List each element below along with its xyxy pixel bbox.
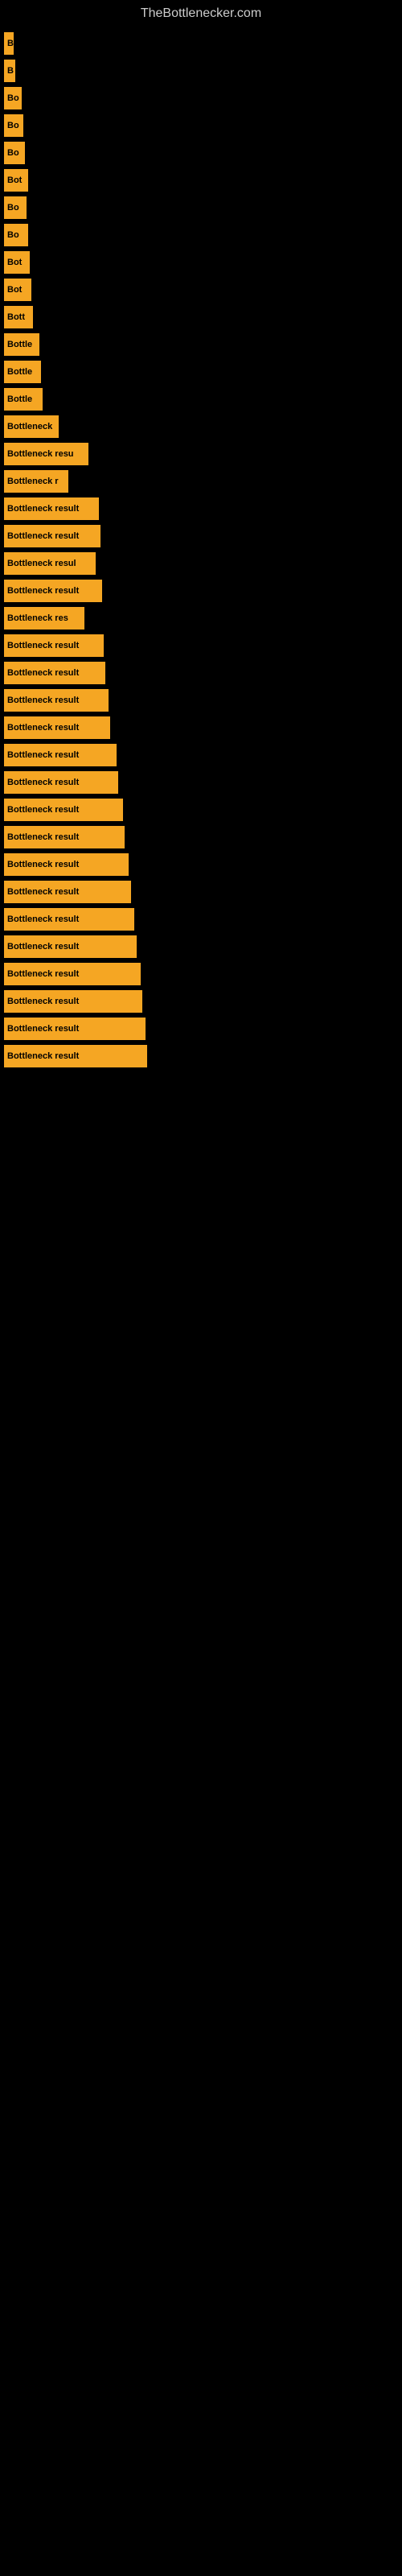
bottleneck-bar: B [4, 60, 15, 82]
bar-row: Bottleneck result [4, 990, 398, 1013]
bar-row: Bo [4, 142, 398, 164]
bottleneck-bar: Bottleneck result [4, 853, 129, 876]
bar-row: Bo [4, 114, 398, 137]
bar-row: Bottleneck result [4, 716, 398, 739]
bottleneck-bar: Bottleneck result [4, 716, 110, 739]
bar-row: Bottleneck result [4, 525, 398, 547]
bottleneck-bar: Bottleneck result [4, 689, 109, 712]
bottleneck-bar: Bottleneck result [4, 634, 104, 657]
bottleneck-bar: Bottleneck result [4, 935, 137, 958]
bar-row: Bottleneck result [4, 1045, 398, 1067]
bottleneck-bar: Bottleneck res [4, 607, 84, 630]
bottleneck-bar: B [4, 32, 14, 55]
bottleneck-bar: Bot [4, 251, 30, 274]
bar-row: Bottleneck result [4, 634, 398, 657]
bar-row: Bottleneck resu [4, 443, 398, 465]
bar-row: Bottleneck result [4, 662, 398, 684]
site-title: TheBottlenecker.com [0, 0, 402, 27]
bar-row: Bo [4, 196, 398, 219]
bar-row: Bot [4, 169, 398, 192]
bar-row: Bot [4, 251, 398, 274]
bar-row: Bottleneck result [4, 1018, 398, 1040]
bar-row: Bottleneck result [4, 689, 398, 712]
bar-row: Bo [4, 87, 398, 109]
bottleneck-bar: Bottle [4, 388, 43, 411]
bar-row: Bottleneck result [4, 963, 398, 985]
bottleneck-bar: Bott [4, 306, 33, 328]
bottleneck-bar: Bo [4, 87, 22, 109]
bottleneck-bar: Bottleneck result [4, 662, 105, 684]
bottleneck-bar: Bottleneck result [4, 826, 125, 848]
bar-row: Bottle [4, 361, 398, 383]
bottleneck-bar: Bo [4, 224, 28, 246]
bottleneck-bar: Bo [4, 142, 25, 164]
bottleneck-bar: Bottleneck result [4, 497, 99, 520]
bottleneck-bar: Bottle [4, 333, 39, 356]
bar-row: Bottleneck res [4, 607, 398, 630]
bar-row: Bo [4, 224, 398, 246]
bottleneck-bar: Bottleneck result [4, 525, 100, 547]
bar-row: Bottleneck resul [4, 552, 398, 575]
bar-row: Bottle [4, 388, 398, 411]
bar-row: Bot [4, 279, 398, 301]
bottleneck-bar: Bottleneck result [4, 744, 117, 766]
bottleneck-bar: Bottleneck result [4, 963, 141, 985]
bar-row: Bottleneck result [4, 881, 398, 903]
bottleneck-bar: Bottleneck result [4, 1018, 146, 1040]
bottleneck-bar: Bo [4, 196, 27, 219]
bottleneck-bar: Bottleneck [4, 415, 59, 438]
bottleneck-bar: Bottleneck result [4, 881, 131, 903]
bottleneck-bar: Bo [4, 114, 23, 137]
bottleneck-bar: Bottleneck resu [4, 443, 88, 465]
bottleneck-bar: Bottleneck result [4, 908, 134, 931]
bar-row: B [4, 60, 398, 82]
bar-row: Bottleneck result [4, 771, 398, 794]
bottleneck-bar: Bottleneck result [4, 799, 123, 821]
bar-row: Bottleneck result [4, 497, 398, 520]
bottleneck-bar: Bottleneck result [4, 1045, 147, 1067]
bar-row: Bottleneck result [4, 799, 398, 821]
bottleneck-bar: Bottleneck result [4, 990, 142, 1013]
bottleneck-bar: Bottleneck result [4, 771, 118, 794]
bar-row: Bottleneck result [4, 580, 398, 602]
bars-container: BB Bo Bo Bo Bot Bo Bo Bot Bot Bott Bottle Bottle Bot… [0, 24, 402, 1080]
bottleneck-bar: Bot [4, 279, 31, 301]
bar-row: Bottleneck [4, 415, 398, 438]
bar-row: Bottleneck result [4, 853, 398, 876]
bottleneck-bar: Bottle [4, 361, 41, 383]
bar-row: Bottleneck r [4, 470, 398, 493]
bottleneck-bar: Bottleneck result [4, 580, 102, 602]
bar-row: Bottleneck result [4, 908, 398, 931]
bottleneck-bar: Bot [4, 169, 28, 192]
bottleneck-bar: Bottleneck r [4, 470, 68, 493]
bar-row: Bottle [4, 333, 398, 356]
bar-row: Bott [4, 306, 398, 328]
bar-row: Bottleneck result [4, 744, 398, 766]
bar-row: Bottleneck result [4, 935, 398, 958]
bar-row: B [4, 32, 398, 55]
bottleneck-bar: Bottleneck resul [4, 552, 96, 575]
bar-row: Bottleneck result [4, 826, 398, 848]
